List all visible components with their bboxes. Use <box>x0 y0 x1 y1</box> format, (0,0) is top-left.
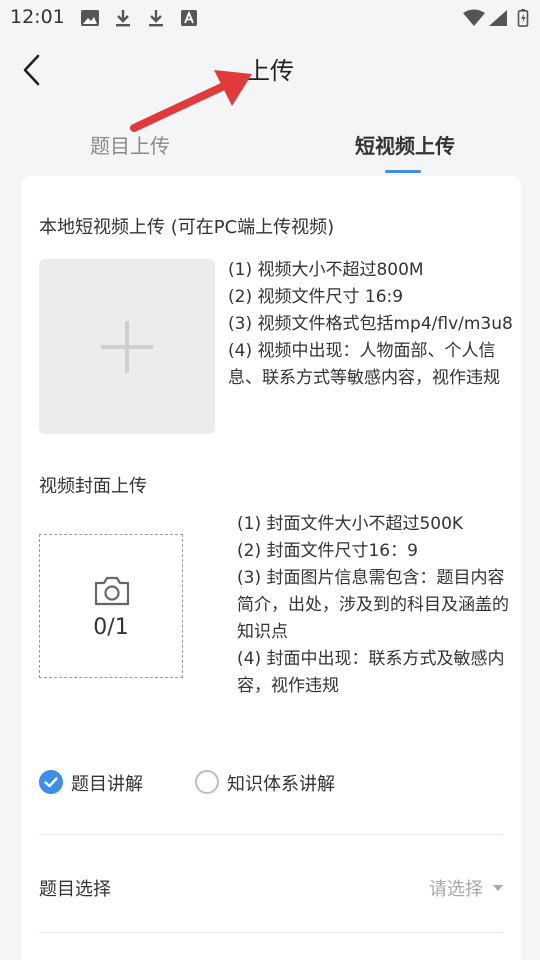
topic-select-placeholder: 请选择 <box>429 879 483 900</box>
tab-short-video-upload[interactable]: 短视频上传 <box>355 130 455 159</box>
topic-select-row[interactable]: 题目选择 请选择 <box>39 863 503 913</box>
video-requirement-item: (2) 视频文件尺寸 16:9 <box>228 287 404 307</box>
tab-bar: 题目上传 短视频上传 <box>0 120 540 176</box>
upload-form-card: 本地短视频上传 (可在PC端上传视频) (1) 视频大小不超过800M (2) … <box>21 176 521 960</box>
cover-upload-count: 0/1 <box>93 615 129 640</box>
divider <box>39 834 503 835</box>
cover-requirement-item: (3) 封面图片信息需包含：题目内容简介，出处，涉及到的科目及涵盖的知识点 <box>237 568 509 642</box>
cover-requirement-item: (4) 封面中出现：联系方式及敏感内容，视作违规 <box>237 649 505 696</box>
wifi-icon <box>463 9 485 26</box>
page-title: 上传 <box>246 57 294 85</box>
font-icon <box>181 10 197 26</box>
checkmark-icon <box>39 770 63 794</box>
cover-upload-button[interactable]: 0/1 <box>39 534 183 678</box>
video-requirements: (1) 视频大小不超过800M (2) 视频文件尺寸 16:9 (3) 视频文件… <box>228 257 513 392</box>
radio-label: 知识体系讲解 <box>227 774 335 795</box>
divider <box>39 932 503 933</box>
radio-label: 题目讲解 <box>71 774 143 795</box>
cover-requirements: (1) 封面文件大小不超过500K (2) 封面文件尺寸16：9 (3) 封面图… <box>237 511 512 700</box>
image-icon <box>81 10 99 26</box>
cover-section-title: 视频封面上传 <box>39 476 147 497</box>
status-bar: 12:01 <box>0 0 540 36</box>
cover-requirement-item: (1) 封面文件大小不超过500K <box>237 514 464 534</box>
video-requirement-item: (4) 视频中出现：人物面部、个人信息、联系方式等敏感内容，视作违规 <box>228 341 500 388</box>
cover-requirement-item: (2) 封面文件尺寸16：9 <box>237 541 418 561</box>
radio-knowledge-explanation[interactable]: 知识体系讲解 <box>195 770 355 796</box>
title-bar: 上传 <box>0 36 540 104</box>
tab-topic-upload[interactable]: 题目上传 <box>90 130 170 159</box>
caret-down-icon <box>493 885 503 891</box>
battery-charging-icon <box>517 9 529 27</box>
video-requirement-item: (1) 视频大小不超过800M <box>228 260 424 280</box>
camera-icon <box>94 576 130 606</box>
radio-topic-explanation[interactable]: 题目讲解 <box>39 770 179 796</box>
download-icon <box>116 10 130 27</box>
status-time: 12:01 <box>10 6 65 28</box>
video-upload-button[interactable] <box>39 259 215 434</box>
plus-icon <box>125 321 129 373</box>
radio-circle-icon <box>195 770 219 794</box>
active-tab-indicator <box>385 170 421 173</box>
signal-icon <box>489 10 507 26</box>
local-video-section-title: 本地短视频上传 (可在PC端上传视频) <box>39 217 335 238</box>
video-requirement-item: (3) 视频文件格式包括mp4/flv/m3u8 <box>228 314 513 334</box>
download-icon <box>149 10 163 27</box>
topic-select-label: 题目选择 <box>39 879 111 900</box>
